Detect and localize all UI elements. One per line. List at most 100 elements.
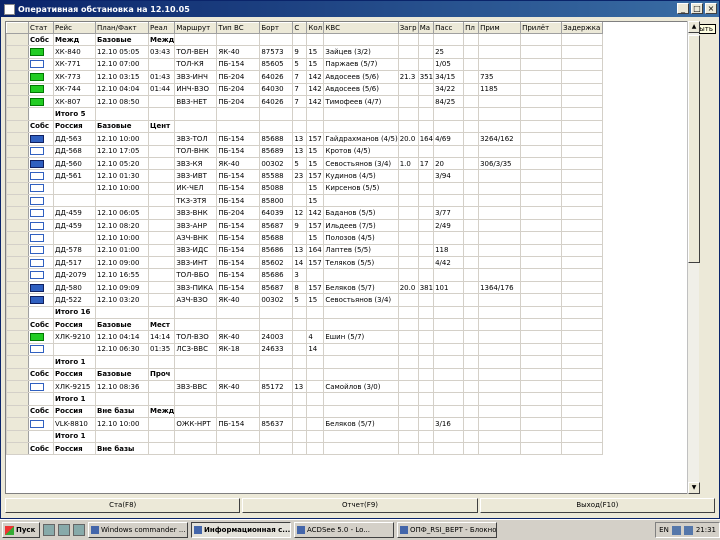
taskbar-item-commander[interactable]: Windows commander ...: [88, 522, 188, 538]
table-cell[interactable]: [259, 119, 294, 134]
maximize-button[interactable]: □: [691, 3, 703, 14]
table-cell[interactable]: 7: [292, 94, 308, 109]
table-cell[interactable]: [397, 32, 419, 47]
table-cell[interactable]: [561, 268, 604, 282]
table-cell[interactable]: [95, 392, 149, 406]
table-cell[interactable]: ПБ-154: [216, 132, 261, 146]
table-cell[interactable]: [147, 144, 176, 158]
table-cell[interactable]: 118: [433, 243, 465, 258]
table-cell[interactable]: ХК-744: [53, 82, 96, 96]
table-cell[interactable]: [174, 119, 218, 134]
table-cell[interactable]: [433, 194, 465, 208]
table-cell[interactable]: [259, 107, 294, 121]
column-header[interactable]: Борт: [259, 22, 294, 34]
table-cell[interactable]: 142: [306, 82, 325, 96]
table-cell[interactable]: 157: [306, 218, 325, 233]
table-cell[interactable]: [561, 429, 604, 443]
flights-grid[interactable]: Стат Рейс План/Факт Реал Маршрут Тип ВС Борт С К…: [5, 21, 699, 494]
table-cell[interactable]: 157: [306, 132, 325, 146]
table-cell[interactable]: [174, 355, 218, 369]
table-cell[interactable]: 12.10 04:04: [95, 82, 149, 96]
table-cell[interactable]: Баданов (5/5): [323, 206, 399, 220]
table-cell[interactable]: [520, 429, 563, 443]
column-header[interactable]: Тип ВС: [216, 22, 261, 34]
table-cell[interactable]: [292, 355, 308, 369]
table-cell[interactable]: [433, 392, 465, 406]
table-cell[interactable]: 20: [433, 156, 465, 171]
table-cell[interactable]: [259, 392, 294, 406]
table-cell[interactable]: [478, 107, 522, 121]
table-cell[interactable]: Теляков (5/5): [323, 256, 399, 270]
table-cell[interactable]: [306, 417, 325, 431]
table-cell[interactable]: 12.10 01:00: [95, 243, 149, 258]
row-indicator[interactable]: [6, 32, 29, 47]
table-cell[interactable]: ДД-580: [53, 280, 96, 295]
table-cell[interactable]: 64039: [259, 206, 294, 220]
table-cell[interactable]: [463, 181, 480, 196]
table-cell[interactable]: 157: [306, 169, 325, 183]
table-cell[interactable]: [397, 82, 419, 96]
table-cell[interactable]: [417, 57, 435, 72]
table-cell[interactable]: [478, 417, 522, 431]
status-cell[interactable]: [28, 94, 54, 109]
taskbar-item-info[interactable]: Информационная с...: [191, 522, 291, 538]
table-cell[interactable]: [433, 355, 465, 369]
table-cell[interactable]: 87573: [259, 45, 294, 59]
status-cell[interactable]: [28, 417, 54, 431]
table-cell[interactable]: [147, 268, 176, 282]
table-cell[interactable]: [520, 293, 563, 307]
table-cell[interactable]: ОЖК-НРТ: [174, 417, 218, 431]
table-cell[interactable]: [478, 429, 522, 443]
table-cell[interactable]: [433, 305, 465, 320]
table-cell[interactable]: [397, 231, 419, 245]
table-cell[interactable]: ЗВЗ-ИВТ: [174, 169, 218, 183]
table-cell[interactable]: [520, 107, 563, 121]
table-cell[interactable]: [463, 417, 480, 431]
table-cell[interactable]: ЯК-40: [216, 293, 261, 307]
table-cell[interactable]: [417, 417, 435, 431]
table-cell[interactable]: [147, 243, 176, 258]
table-cell[interactable]: [147, 156, 176, 171]
table-cell[interactable]: [417, 144, 435, 158]
table-cell[interactable]: [397, 305, 419, 320]
table-cell[interactable]: [147, 57, 176, 72]
table-cell[interactable]: [520, 70, 563, 84]
table-cell[interactable]: [417, 243, 435, 258]
table-cell[interactable]: ДД-522: [53, 293, 96, 307]
table-cell[interactable]: [417, 218, 435, 233]
table-cell[interactable]: Севостьянов (3/4): [323, 293, 399, 307]
table-cell[interactable]: [292, 367, 308, 381]
table-cell[interactable]: Итого 1: [53, 429, 96, 443]
table-cell[interactable]: [397, 107, 419, 121]
table-cell[interactable]: [561, 57, 604, 72]
table-cell[interactable]: 5: [292, 57, 308, 72]
table-cell[interactable]: [520, 231, 563, 245]
table-cell[interactable]: [478, 293, 522, 307]
table-cell[interactable]: Ильдеев (7/5): [323, 218, 399, 233]
table-cell[interactable]: [397, 367, 419, 381]
table-cell[interactable]: 17: [417, 156, 435, 171]
table-cell[interactable]: 164: [306, 243, 325, 258]
table-cell[interactable]: [292, 107, 308, 121]
row-indicator[interactable]: [6, 268, 29, 282]
table-cell[interactable]: [174, 392, 218, 406]
table-cell[interactable]: 13: [292, 379, 308, 394]
table-cell[interactable]: [463, 144, 480, 158]
table-cell[interactable]: ВВЗ-НЕТ: [174, 94, 218, 109]
table-cell[interactable]: [478, 169, 522, 183]
table-cell[interactable]: [174, 367, 218, 381]
table-cell[interactable]: ЗВЗ-КЯ: [174, 156, 218, 171]
table-cell[interactable]: Собс: [28, 317, 54, 332]
table-row[interactable]: 12.10 10:00 АЗЧ-ВНК ПБ-154 85688 15 Полозов (…: [6, 231, 604, 245]
table-cell[interactable]: [478, 243, 522, 258]
table-cell[interactable]: ЗВЗ-АНР: [174, 218, 218, 233]
row-indicator[interactable]: [6, 404, 29, 419]
table-cell[interactable]: [323, 305, 399, 320]
table-cell[interactable]: 13: [292, 132, 308, 146]
group-row[interactable]: Собс Россия Вне базы: [6, 441, 604, 456]
table-cell[interactable]: 20.0: [397, 280, 419, 295]
table-cell[interactable]: [463, 194, 480, 208]
table-cell[interactable]: [561, 243, 604, 258]
status-cell[interactable]: [28, 57, 54, 72]
table-cell[interactable]: 12.10 06:30: [95, 342, 149, 357]
